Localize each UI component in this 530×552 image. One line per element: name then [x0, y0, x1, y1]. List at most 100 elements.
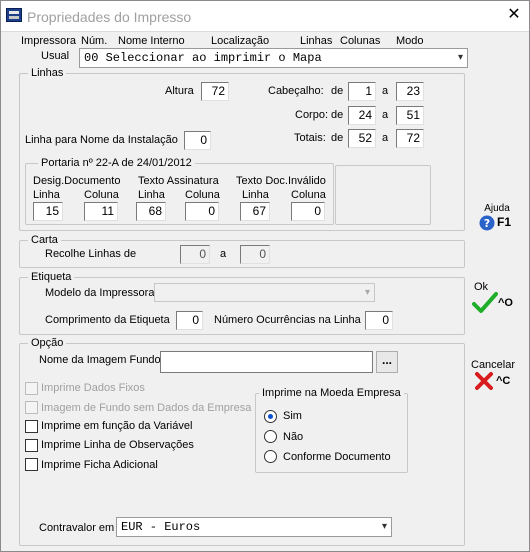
printer-select-value: 00 Seleccionar ao imprimir o Mapa — [84, 51, 322, 65]
moeda-nao-radio[interactable] — [264, 430, 277, 443]
close-icon[interactable]: ✕ — [505, 7, 523, 25]
totais-de-label: de — [331, 132, 344, 144]
moeda-conforme-label: Conforme Documento — [283, 451, 391, 463]
texto-assinatura-label: Texto Assinatura — [138, 175, 219, 187]
ok-button[interactable]: Ok ^O — [471, 281, 517, 317]
etiqueta-group-title: Etiqueta — [28, 271, 75, 283]
cancelar-button[interactable]: Cancelar ^C — [471, 359, 521, 393]
header-num: Núm. — [81, 35, 108, 47]
checkmark-icon — [472, 292, 498, 313]
desig-doc-label: Desig.Documento — [33, 175, 121, 187]
chevron-down-icon: ▾ — [364, 287, 370, 298]
cabecalho-label: Cabeçalho: — [268, 85, 324, 97]
corpo-a-label: a — [382, 109, 389, 121]
cabecalho-to-input[interactable]: 23 — [396, 82, 424, 101]
desig-coluna-label: Coluna — [84, 189, 119, 201]
nome-instalacao-label: Linha para Nome da Instalação — [25, 134, 178, 146]
assin-linha-label: Linha — [138, 189, 165, 201]
comprimento-label: Comprimento da Etiqueta — [45, 314, 170, 326]
ok-shortcut: ^O — [498, 297, 513, 309]
inval-linha-input[interactable]: 67 — [240, 202, 270, 221]
inval-coluna-label: Coluna — [291, 189, 326, 201]
ficha-adicional-label: Imprime Ficha Adicional — [41, 459, 158, 471]
desig-linha-label: Linha — [33, 189, 60, 201]
dados-fixos-checkbox[interactable] — [25, 382, 38, 395]
app-icon — [6, 8, 22, 22]
carta-group-title: Carta — [28, 234, 61, 246]
header-linhas: Linhas — [300, 35, 333, 47]
imagem-sem-dados-checkbox[interactable] — [25, 401, 38, 414]
opcao-group-title: Opção — [28, 337, 67, 349]
cabecalho-a-label: a — [382, 85, 389, 97]
ajuda-button[interactable]: Ajuda ? F1 — [477, 203, 517, 232]
ocorrencias-label: Número Ocurrências na Linha — [214, 314, 361, 326]
imagem-fundo-input[interactable] — [160, 351, 373, 373]
inval-linha-label: Linha — [242, 189, 269, 201]
moeda-nao-label: Não — [283, 431, 304, 443]
em-funcao-label: Imprime em função da Variável — [41, 420, 193, 432]
em-funcao-checkbox[interactable] — [25, 420, 38, 433]
window-title: Propriedades do Impresso — [27, 9, 192, 25]
assin-coluna-label: Coluna — [185, 189, 220, 201]
usual-label: Usual — [41, 50, 70, 62]
altura-label: Altura — [165, 85, 194, 97]
cabecalho-de-label: de — [331, 85, 344, 97]
header-colunas: Colunas — [340, 35, 381, 47]
linha-obs-checkbox[interactable] — [25, 439, 38, 452]
assin-linha-input[interactable]: 68 — [136, 202, 166, 221]
inval-coluna-input[interactable]: 0 — [291, 202, 325, 221]
contravalor-select-value: EUR - Euros — [121, 520, 201, 534]
comprimento-input[interactable]: 0 — [176, 311, 203, 330]
portaria-group-title: Portaria nº 22-A de 24/01/2012 — [38, 157, 195, 169]
cancel-x-icon — [475, 372, 493, 390]
moeda-group-title: Imprime na Moeda Empresa — [259, 387, 404, 399]
portaria-side-panel — [335, 165, 431, 225]
cabecalho-from-input[interactable]: 1 — [348, 82, 376, 101]
ajuda-label: Ajuda — [484, 203, 510, 214]
assin-coluna-input[interactable]: 0 — [185, 202, 219, 221]
header-modo: Modo — [396, 35, 424, 47]
totais-from-input[interactable]: 52 — [348, 129, 376, 148]
texto-invalido-label: Texto Doc.Inválido — [236, 175, 326, 187]
corpo-label: Corpo: — [295, 109, 329, 121]
imagem-sem-dados-label: Imagem de Fundo sem Dados da Empresa — [41, 402, 252, 414]
carta-to-input[interactable]: 0 — [240, 245, 270, 264]
contravalor-label: Contravalor em — [39, 522, 115, 534]
carta-from-input[interactable]: 0 — [180, 245, 210, 264]
nome-instalacao-input[interactable]: 0 — [184, 131, 211, 150]
chevron-down-icon: ▾ — [457, 52, 463, 63]
header-impressora: Impressora — [21, 35, 77, 47]
modelo-impressora-label: Modelo da Impressora — [45, 287, 155, 299]
desig-linha-input[interactable]: 15 — [33, 202, 63, 221]
dialog-window: Propriedades do Impresso ✕ Impressora Nú… — [0, 0, 530, 552]
ficha-adicional-checkbox[interactable] — [25, 458, 38, 471]
desig-coluna-input[interactable]: 11 — [84, 202, 118, 221]
ocorrencias-input[interactable]: 0 — [365, 311, 393, 330]
browse-button[interactable]: ... — [376, 351, 398, 373]
imagem-fundo-label: Nome da Imagem Fundo — [39, 354, 161, 366]
moeda-sim-label: Sim — [283, 410, 302, 422]
portaria-group: Portaria nº 22-A de 24/01/2012 — [25, 157, 334, 225]
corpo-from-input[interactable]: 24 — [348, 106, 376, 125]
carta-a-label: a — [220, 248, 227, 260]
chevron-down-icon: ▾ — [381, 521, 387, 532]
corpo-de-label: de — [331, 109, 344, 121]
dados-fixos-label: Imprime Dados Fixos — [41, 382, 145, 394]
totais-to-input[interactable]: 72 — [396, 129, 424, 148]
moeda-sim-radio[interactable] — [264, 410, 277, 423]
linha-obs-label: Imprime Linha de Observações — [41, 439, 194, 451]
ajuda-shortcut: F1 — [497, 215, 512, 229]
altura-input[interactable]: 72 — [201, 82, 229, 101]
corpo-to-input[interactable]: 51 — [396, 106, 424, 125]
printer-select[interactable]: 00 Seleccionar ao imprimir o Mapa ▾ — [79, 48, 468, 68]
modelo-impressora-select[interactable]: ▾ — [154, 283, 375, 302]
title-bar: Propriedades do Impresso ✕ — [1, 1, 529, 32]
totais-a-label: a — [382, 132, 389, 144]
svg-text:?: ? — [484, 217, 490, 230]
help-icon: ? — [479, 215, 495, 231]
moeda-conforme-radio[interactable] — [264, 450, 277, 463]
contravalor-select[interactable]: EUR - Euros ▾ — [116, 517, 392, 537]
cancelar-label: Cancelar — [471, 359, 516, 371]
recolhe-linhas-label: Recolhe Linhas de — [45, 248, 137, 260]
totais-label: Totais: — [294, 132, 326, 144]
